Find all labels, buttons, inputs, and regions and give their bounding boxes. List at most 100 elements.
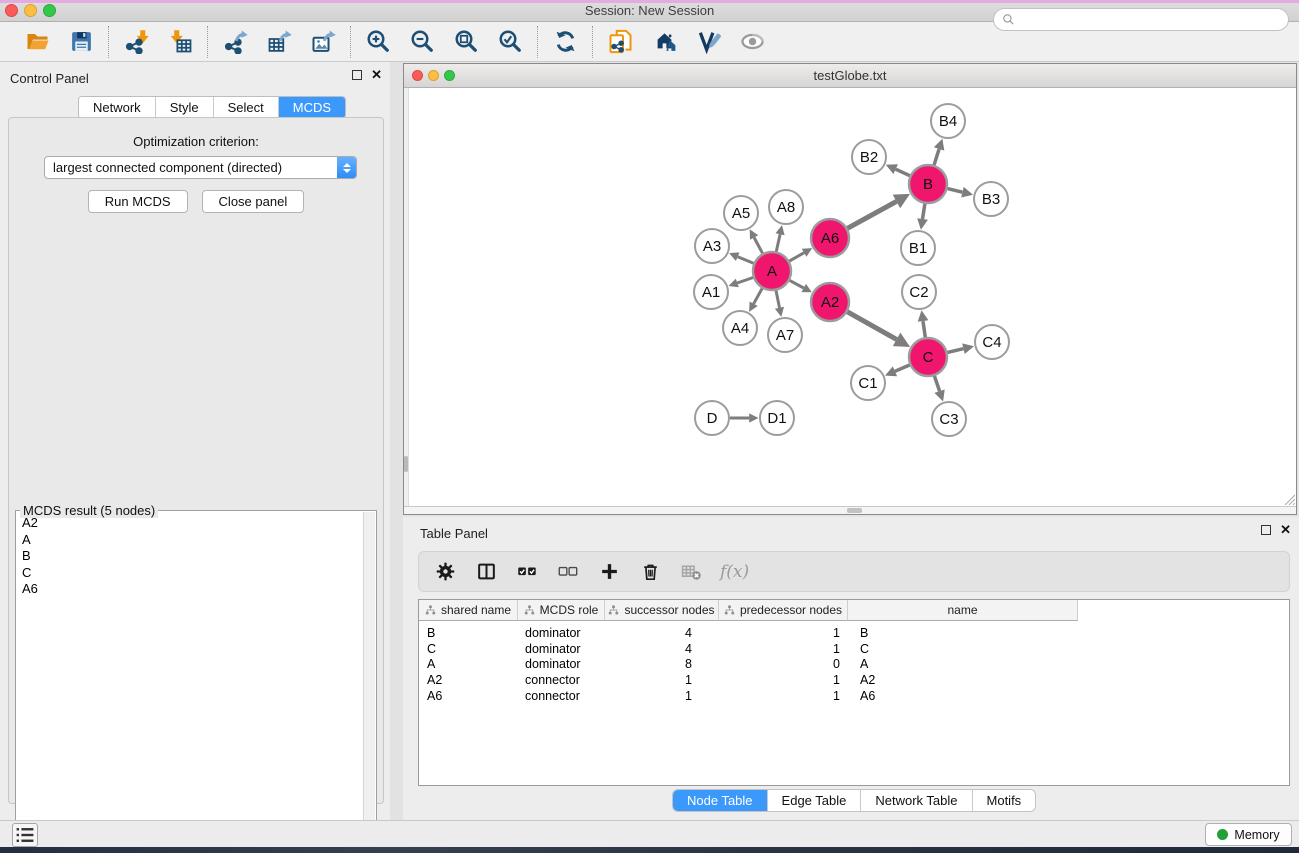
mcds-result-item[interactable]: A6 bbox=[17, 581, 362, 598]
zoom-out-button[interactable] bbox=[405, 26, 439, 58]
cell-name: A6 bbox=[848, 688, 1078, 704]
graph-node-B2[interactable]: B2 bbox=[852, 140, 886, 174]
sitemap-icon bbox=[724, 605, 735, 616]
export-table-button[interactable] bbox=[262, 26, 296, 58]
tab-network[interactable]: Network bbox=[79, 97, 156, 118]
import-table-button[interactable] bbox=[163, 26, 197, 58]
tab-edge-table[interactable]: Edge Table bbox=[768, 790, 862, 811]
refresh-layout-button[interactable] bbox=[548, 26, 582, 58]
graph-node-A[interactable]: A bbox=[753, 252, 791, 290]
graph-node-D[interactable]: D bbox=[695, 401, 729, 435]
network-vertical-scrollbar[interactable] bbox=[404, 88, 409, 506]
network-horizontal-scrollbar[interactable] bbox=[404, 506, 1296, 514]
export-image-button[interactable] bbox=[306, 26, 340, 58]
tab-node-table[interactable]: Node Table bbox=[673, 790, 768, 811]
zoom-selected-button[interactable] bbox=[493, 26, 527, 58]
close-panel-icon[interactable]: ✕ bbox=[371, 70, 382, 80]
cell-shared-name: A6 bbox=[419, 688, 518, 704]
graph-node-B[interactable]: B bbox=[909, 165, 947, 203]
graph-node-C3[interactable]: C3 bbox=[932, 402, 966, 436]
zoom-fit-button[interactable] bbox=[449, 26, 483, 58]
cell-shared-name: C bbox=[419, 641, 518, 657]
graph-node-D1[interactable]: D1 bbox=[760, 401, 794, 435]
graph-node-A1[interactable]: A1 bbox=[694, 275, 728, 309]
close-table-panel-icon[interactable]: ✕ bbox=[1280, 525, 1291, 535]
search-box[interactable] bbox=[993, 8, 1289, 31]
table-row-B[interactable]: Bdominator41B bbox=[419, 625, 1078, 641]
panel-divider[interactable] bbox=[390, 62, 403, 820]
cell-shared-name: B bbox=[419, 625, 518, 641]
edge-B-B2 bbox=[896, 169, 910, 176]
function-builder-button[interactable]: f(x) bbox=[720, 562, 749, 582]
show-columns-button[interactable] bbox=[474, 560, 498, 584]
save-session-button[interactable] bbox=[64, 26, 98, 58]
tab-mcds[interactable]: MCDS bbox=[279, 97, 345, 118]
float-panel-icon[interactable] bbox=[352, 70, 362, 80]
graph-node-B4[interactable]: B4 bbox=[931, 104, 965, 138]
svg-text:A2: A2 bbox=[821, 294, 839, 311]
column-header-name[interactable]: name bbox=[848, 600, 1078, 621]
criterion-dropdown[interactable]: largest connected component (directed) bbox=[44, 156, 357, 179]
window-resize-grip-icon[interactable] bbox=[1282, 492, 1295, 505]
mcds-result-item[interactable]: B bbox=[17, 548, 362, 565]
zoom-in-button[interactable] bbox=[361, 26, 395, 58]
search-input[interactable] bbox=[1020, 13, 1280, 27]
graph-node-A7[interactable]: A7 bbox=[768, 318, 802, 352]
float-table-panel-icon[interactable] bbox=[1261, 525, 1271, 535]
arrowhead-icon bbox=[749, 413, 758, 422]
table-row-A[interactable]: Adominator80A bbox=[419, 656, 1078, 672]
graph-node-C[interactable]: C bbox=[909, 338, 947, 376]
graph-node-A3[interactable]: A3 bbox=[695, 229, 729, 263]
settings-button[interactable] bbox=[433, 560, 457, 584]
network-window-titlebar[interactable]: testGlobe.txt bbox=[404, 64, 1296, 88]
cell-successor-nodes: 1 bbox=[605, 688, 719, 704]
graph-node-B1[interactable]: B1 bbox=[901, 231, 935, 265]
mcds-result-item[interactable]: C bbox=[17, 565, 362, 582]
select-all-button[interactable] bbox=[515, 560, 539, 584]
deselect-all-button[interactable] bbox=[556, 560, 580, 584]
table-row-A6[interactable]: A6connector11A6 bbox=[419, 688, 1078, 704]
import-network-button[interactable] bbox=[119, 26, 153, 58]
show-hide-button[interactable] bbox=[735, 26, 769, 58]
graph-node-A6[interactable]: A6 bbox=[811, 219, 849, 257]
cell-predecessor-nodes: 1 bbox=[719, 672, 848, 688]
column-header-shared-name[interactable]: shared name bbox=[419, 600, 518, 621]
tab-style[interactable]: Style bbox=[156, 97, 214, 118]
memory-button[interactable]: Memory bbox=[1205, 823, 1292, 846]
mcds-list-scrollbar[interactable] bbox=[363, 512, 375, 852]
delete-row-button[interactable] bbox=[638, 560, 662, 584]
tab-motifs[interactable]: Motifs bbox=[973, 790, 1036, 811]
edge-C-C2 bbox=[923, 321, 925, 337]
column-header-predecessor-nodes[interactable]: predecessor nodes bbox=[719, 600, 848, 621]
home-button[interactable] bbox=[647, 26, 681, 58]
graph-node-B3[interactable]: B3 bbox=[974, 182, 1008, 216]
delete-table-button[interactable] bbox=[679, 560, 703, 584]
table-row-A2[interactable]: A2connector11A2 bbox=[419, 672, 1078, 688]
column-header-MCDS-role[interactable]: MCDS role bbox=[518, 600, 605, 621]
export-network-button[interactable] bbox=[218, 26, 252, 58]
network-canvas[interactable]: B4 B2 B B3 A5 A8A6 A3 B1 A A1 C2 A2 A4 A7 C4 C C1 C3 D D1 bbox=[404, 88, 1296, 506]
graph-node-A2[interactable]: A2 bbox=[811, 283, 849, 321]
show-panels-button[interactable] bbox=[12, 823, 38, 847]
open-session-button[interactable] bbox=[20, 26, 54, 58]
edge-A2-C bbox=[847, 312, 896, 340]
graph-node-C2[interactable]: C2 bbox=[902, 275, 936, 309]
close-panel-button[interactable]: Close panel bbox=[202, 190, 305, 213]
add-row-button[interactable] bbox=[597, 560, 621, 584]
run-mcds-button[interactable]: Run MCDS bbox=[88, 190, 188, 213]
graph-node-A5[interactable]: A5 bbox=[724, 196, 758, 230]
graph-node-C4[interactable]: C4 bbox=[975, 325, 1009, 359]
mcds-result-item[interactable]: A2 bbox=[17, 515, 362, 532]
graph-node-A4[interactable]: A4 bbox=[723, 311, 757, 345]
mcds-result-item[interactable]: A bbox=[17, 532, 362, 549]
graph-node-C1[interactable]: C1 bbox=[851, 366, 885, 400]
tab-select[interactable]: Select bbox=[214, 97, 279, 118]
column-header-successor-nodes[interactable]: successor nodes bbox=[605, 600, 719, 621]
mcds-tab-content: Optimization criterion: largest connecte… bbox=[8, 117, 384, 804]
add-row-icon bbox=[599, 561, 620, 582]
graph-node-A8[interactable]: A8 bbox=[769, 190, 803, 224]
level-of-detail-button[interactable] bbox=[691, 26, 725, 58]
clone-network-button[interactable] bbox=[603, 26, 637, 58]
tab-network-table[interactable]: Network Table bbox=[861, 790, 972, 811]
table-row-C[interactable]: Cdominator41C bbox=[419, 641, 1078, 657]
